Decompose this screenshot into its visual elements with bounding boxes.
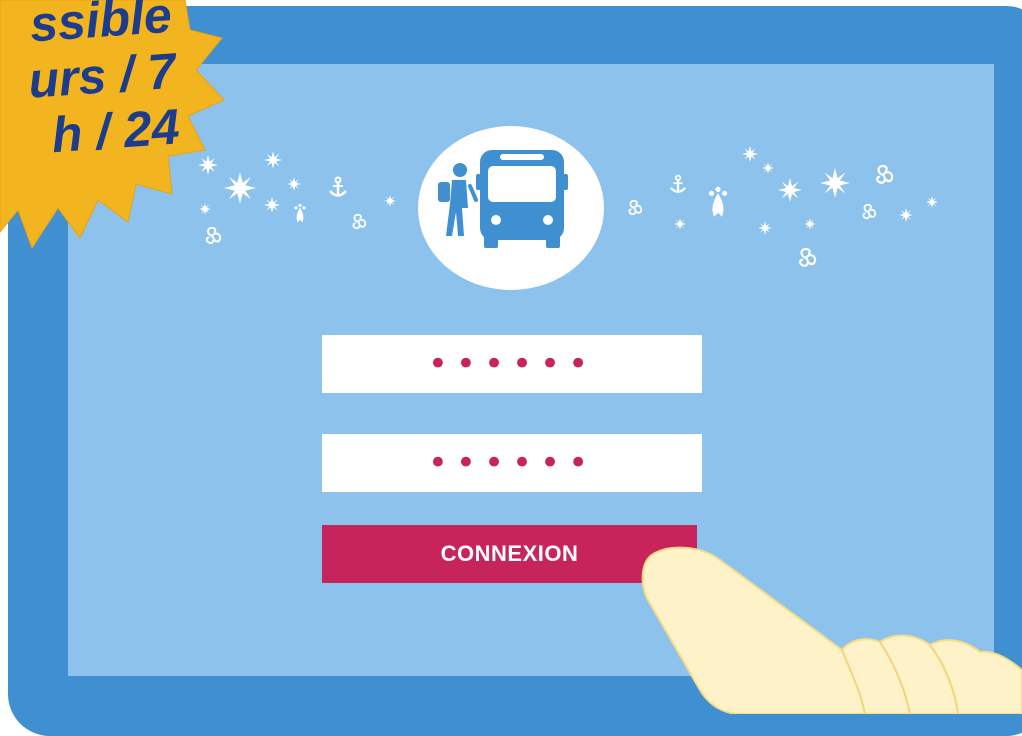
app-illustration: CONNEXION ssible urs / 7 h / 24 (0, 0, 1022, 736)
badge-text: ssible urs / 7 h / 24 (0, 0, 182, 168)
